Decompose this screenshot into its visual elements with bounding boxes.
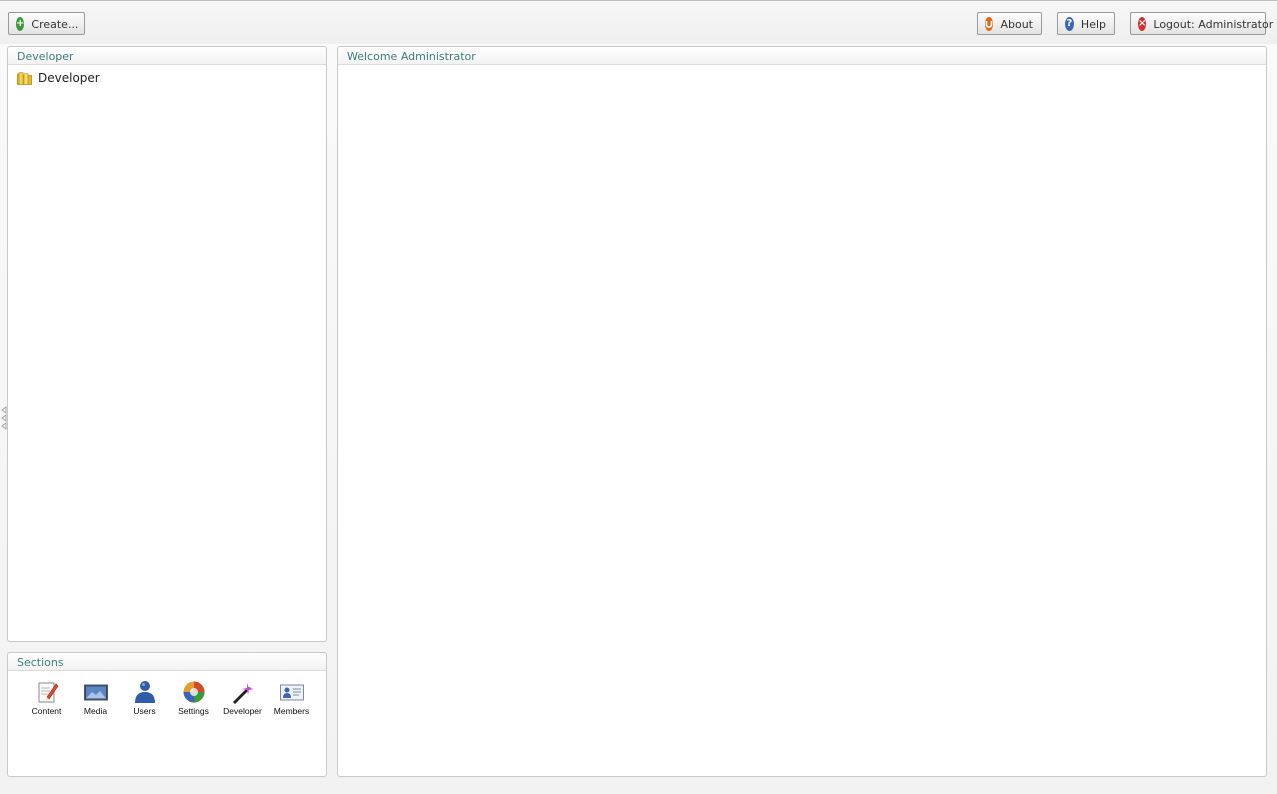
logout-icon: × <box>1138 16 1147 31</box>
create-button[interactable]: + Create... <box>8 12 85 35</box>
section-settings[interactable]: Settings <box>169 679 218 716</box>
section-members[interactable]: Members <box>267 679 316 716</box>
main-panel-title: Welcome Administrator <box>338 47 1266 65</box>
members-icon <box>279 684 304 701</box>
users-icon <box>134 681 155 703</box>
splitter-handle-icon[interactable] <box>0 405 8 433</box>
sections-panel: Sections Content Media Users Settings De… <box>7 652 327 777</box>
tree-item-label: Developer <box>38 71 100 85</box>
section-label: Members <box>273 706 310 716</box>
sections-list: Content Media Users Settings Developer M… <box>22 679 316 716</box>
section-label: Developer <box>223 706 262 716</box>
about-button-label: About <box>1000 18 1033 31</box>
section-label: Users <box>133 706 156 716</box>
help-button[interactable]: ? Help <box>1057 12 1115 35</box>
sections-panel-title: Sections <box>8 653 326 671</box>
logout-button[interactable]: × Logout: Administrator <box>1130 12 1273 35</box>
section-label: Content <box>31 706 62 716</box>
section-content[interactable]: Content <box>22 679 71 716</box>
tree-panel-title: Developer <box>8 47 326 65</box>
section-developer[interactable]: Developer <box>218 679 267 716</box>
section-label: Media <box>83 706 108 716</box>
tree-panel: Developer Developer <box>7 46 327 642</box>
folder-icon <box>17 71 32 85</box>
media-icon <box>83 684 108 701</box>
about-button[interactable]: About <box>977 12 1042 35</box>
main-content-area <box>338 65 1266 776</box>
content-icon <box>38 682 58 703</box>
settings-icon <box>183 681 204 703</box>
create-button-label: Create... <box>31 18 79 31</box>
add-icon: + <box>16 16 25 31</box>
app-window: + Create... About ? Help × Logout: Admin… <box>0 0 1277 794</box>
section-users[interactable]: Users <box>120 679 169 716</box>
logout-button-label: Logout: Administrator <box>1153 18 1274 31</box>
about-icon <box>985 16 994 31</box>
top-toolbar: + Create... About ? Help × Logout: Admin… <box>0 0 1277 44</box>
section-label: Settings <box>178 706 209 716</box>
developer-icon <box>232 683 254 704</box>
tree-item-developer[interactable]: Developer <box>17 71 100 85</box>
section-media[interactable]: Media <box>71 679 120 716</box>
help-button-label: Help <box>1080 18 1106 31</box>
main-panel: Welcome Administrator <box>337 46 1267 777</box>
help-icon: ? <box>1065 16 1074 31</box>
